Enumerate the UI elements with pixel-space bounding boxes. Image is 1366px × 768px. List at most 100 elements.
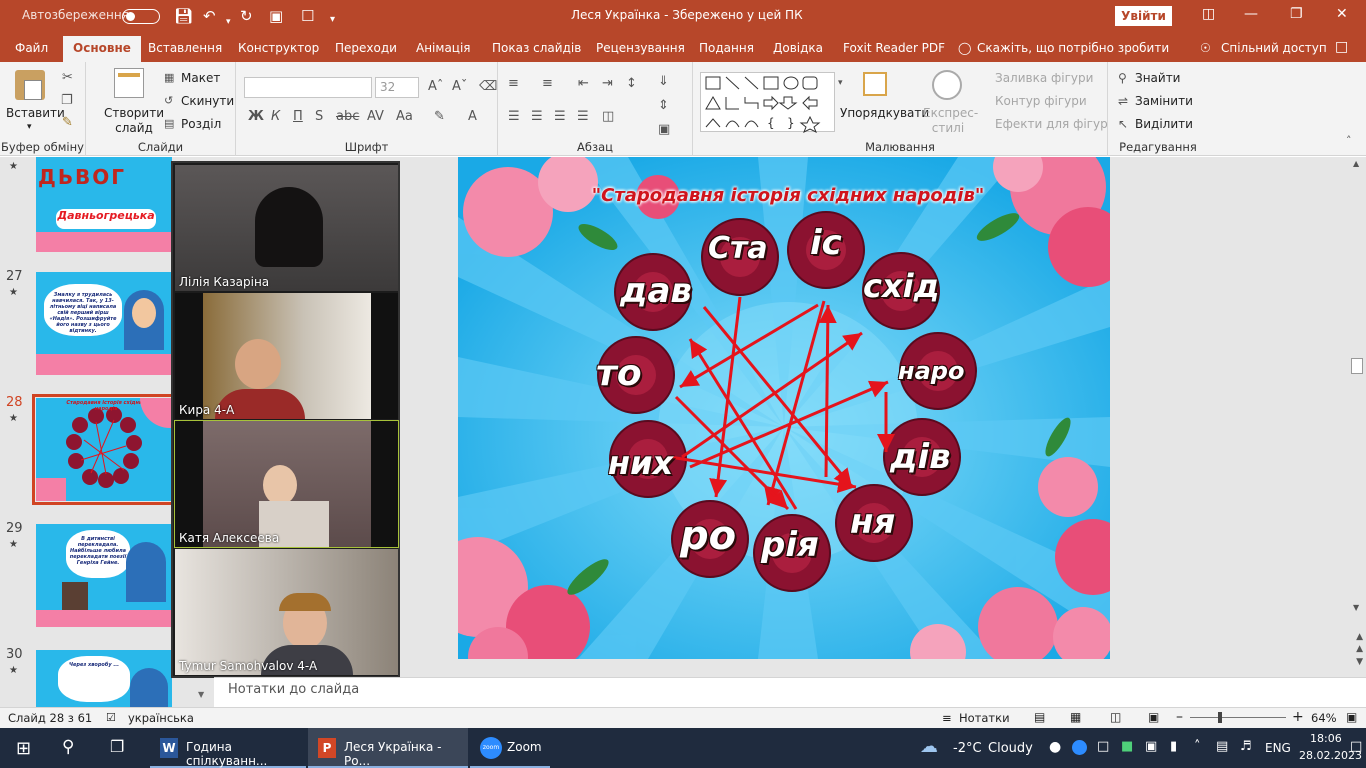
weather-desc[interactable]: Cloudy	[988, 741, 1033, 756]
redo-icon[interactable]: ↻	[240, 6, 253, 26]
zoom-slider[interactable]	[1190, 717, 1286, 718]
numbering-icon[interactable]: ≡	[542, 76, 553, 91]
notes-icon[interactable]: ≡	[942, 711, 952, 725]
windows-start-icon[interactable]: ⊞	[16, 738, 31, 759]
close-icon[interactable]: ✕	[1336, 6, 1348, 22]
zoom-in-icon[interactable]: +	[1292, 709, 1304, 725]
word-nia[interactable]: ня	[850, 502, 895, 542]
align-right-icon[interactable]: ☰	[554, 109, 566, 124]
reset-button[interactable]: Скинути	[181, 94, 234, 108]
format-painter-icon[interactable]: ✎	[62, 115, 73, 130]
new-slide-icon[interactable]	[114, 68, 144, 98]
quick-styles-icon[interactable]	[932, 70, 962, 100]
justify-icon[interactable]: ☰	[577, 109, 589, 124]
word-is[interactable]: іс	[810, 223, 842, 263]
slide-thumbnail[interactable]: В дитинстві перекладала. Найбільше любил…	[36, 524, 172, 627]
search-icon[interactable]: ⚲	[62, 737, 74, 757]
align-text-icon[interactable]: ⇕	[658, 98, 669, 113]
tab-design[interactable]: Конструктор	[238, 41, 319, 55]
slide-canvas[interactable]: "Стародавня історія східних народів" Ста…	[458, 157, 1110, 659]
tab-foxit[interactable]: Foxit Reader PDF	[843, 41, 945, 55]
word-ro[interactable]: ро	[680, 513, 736, 559]
shapes-more-icon[interactable]: ▾	[838, 78, 843, 88]
slide-thumbnail[interactable]: ДЬВОГ Давньогрецька	[36, 157, 172, 252]
slide-title[interactable]: "Стародавня історія східних народів"	[518, 185, 1058, 206]
save-icon[interactable]: 💾︎	[174, 6, 193, 26]
replace-button[interactable]: Замінити	[1135, 94, 1193, 108]
word-div[interactable]: дів	[890, 437, 951, 477]
font-name-combo[interactable]	[244, 77, 372, 98]
slide-sorter-icon[interactable]: ▦	[1070, 710, 1081, 724]
increase-font-icon[interactable]: Aˆ	[428, 79, 443, 94]
undo-icon[interactable]: ↶	[203, 6, 216, 26]
reading-view-icon[interactable]: ◫	[1110, 710, 1121, 724]
zoom-level[interactable]: 64%	[1311, 711, 1337, 725]
scroll-down-icon[interactable]: ▼	[198, 690, 204, 699]
tell-me-box[interactable]: Скажіть, що потрібно зробити	[977, 41, 1169, 55]
maximize-icon[interactable]: ❐	[1290, 6, 1303, 22]
participant-tile[interactable]: Кира 4-А	[175, 293, 398, 419]
microphone-icon[interactable]: ●	[1049, 739, 1061, 755]
font-size-combo[interactable]: 32	[375, 77, 419, 98]
tray-app-icon[interactable]: ■	[1121, 739, 1133, 754]
slide-thumbnail[interactable]: Змалку я трудилась навчилася. Так, у 13-…	[36, 272, 172, 375]
italic-button[interactable]: К	[271, 109, 280, 124]
tab-animations[interactable]: Анімація	[416, 41, 471, 55]
word-dav[interactable]: дав	[620, 271, 692, 311]
screen-icon[interactable]: ▣	[1145, 739, 1157, 754]
columns-icon[interactable]: ◫	[602, 109, 614, 124]
zoom-tray-icon[interactable]	[1072, 740, 1087, 755]
signin-button[interactable]: Увійти	[1115, 6, 1172, 26]
tab-transitions[interactable]: Переходи	[335, 41, 397, 55]
clear-formatting-icon[interactable]: ⌫	[479, 79, 497, 94]
bold-button[interactable]: Ж	[248, 109, 264, 124]
scroll-up-icon[interactable]: ▲	[1353, 159, 1359, 168]
editor-scrollbar[interactable]: ▲ ▼	[1350, 157, 1366, 622]
slide-thumbnail-selected[interactable]: Стародавня історія східних народів	[32, 394, 176, 505]
find-button[interactable]: Знайти	[1135, 71, 1180, 85]
cut-icon[interactable]: ✂	[62, 70, 73, 85]
section-button[interactable]: Розділ	[181, 117, 221, 131]
slideshow-icon[interactable]: ▣	[1148, 710, 1159, 724]
share-icon[interactable]: ☉	[1200, 41, 1211, 55]
taskbar-app-word[interactable]: W Година спілкуванн...	[150, 728, 306, 768]
tab-slideshow[interactable]: Показ слайдів	[492, 41, 581, 55]
align-left-icon[interactable]: ☰	[508, 109, 520, 124]
undo-dropdown-icon[interactable]: ▾	[226, 12, 231, 32]
select-button[interactable]: Виділити	[1135, 117, 1193, 131]
next-slide-icon[interactable]: ▼	[1356, 657, 1363, 667]
participant-tile[interactable]: Лілія Казаріна	[175, 165, 398, 291]
zoom-slider-thumb[interactable]	[1218, 712, 1222, 723]
shapes-gallery[interactable]: {}	[700, 72, 835, 134]
spellcheck-icon[interactable]: ☑	[106, 711, 116, 724]
meet-icon[interactable]: □	[1097, 739, 1109, 754]
paste-icon[interactable]	[15, 70, 45, 100]
participant-tile-active[interactable]: Катя Алексеева	[174, 420, 399, 548]
font-color-icon[interactable]: A	[468, 109, 477, 124]
layout-button[interactable]: Макет	[181, 71, 220, 85]
collapse-ribbon-icon[interactable]: ˄	[1346, 134, 1352, 147]
align-center-icon[interactable]: ☰	[531, 109, 543, 124]
network-icon[interactable]: ▤	[1216, 739, 1228, 754]
taskbar-app-powerpoint[interactable]: P Леся Українка - Ро...	[308, 728, 468, 768]
tab-view[interactable]: Подання	[699, 41, 754, 55]
word-naro[interactable]: наро	[898, 357, 964, 385]
task-view-icon[interactable]: ❐	[110, 737, 124, 756]
underline-button[interactable]: П	[293, 109, 303, 124]
ribbon-display-icon[interactable]: ◫	[1202, 6, 1215, 22]
fit-to-window-icon[interactable]: ▣	[1346, 710, 1357, 724]
zoom-out-icon[interactable]: –	[1176, 709, 1183, 725]
new-slide-button[interactable]: Створити слайд	[104, 106, 164, 136]
input-language[interactable]: ENG	[1265, 741, 1291, 755]
smartart-icon[interactable]: ▣	[658, 122, 670, 137]
shape-effects-button[interactable]: Ефекти для фігур	[995, 117, 1108, 131]
word-nykh[interactable]: них	[608, 444, 673, 482]
scroll-down-icon[interactable]: ▼	[1353, 603, 1359, 612]
scroll-thumb[interactable]	[1351, 358, 1363, 374]
prev-slide-icon[interactable]: ▲ ▲	[1356, 631, 1363, 655]
paste-button[interactable]: Вставити	[6, 106, 65, 120]
arrange-icon[interactable]	[863, 72, 887, 96]
comments-icon[interactable]: □	[1335, 39, 1348, 55]
decrease-indent-icon[interactable]: ⇤	[578, 76, 589, 91]
tab-home[interactable]: Основне	[63, 36, 141, 62]
